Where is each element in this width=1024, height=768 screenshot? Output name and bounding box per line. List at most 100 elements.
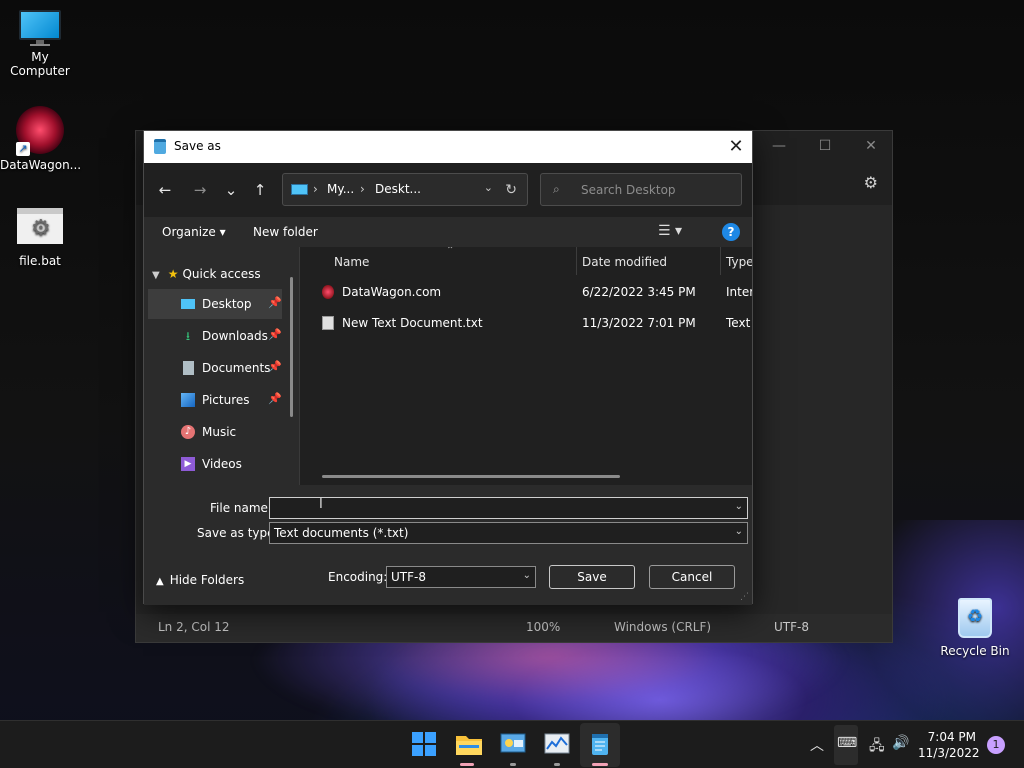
recycle-bin-icon xyxy=(958,598,992,638)
file-row[interactable]: DataWagon.com 6/22/2022 3:45 PM Interr xyxy=(318,281,752,305)
sidebar-item-videos[interactable]: ▶ Videos xyxy=(148,449,282,479)
chevron-down-icon: ⌄ xyxy=(522,570,531,581)
hide-folders-button[interactable]: ▲ Hide Folders xyxy=(156,573,244,587)
hide-folders-label: Hide Folders xyxy=(169,573,245,587)
encoding-select[interactable]: UTF-8 ⌄ xyxy=(386,566,536,588)
address-separator: › xyxy=(360,182,365,196)
address-segment-my-computer[interactable]: My... xyxy=(327,182,354,196)
notepad-icon xyxy=(154,139,166,154)
notepad-taskbar-icon[interactable] xyxy=(587,731,615,759)
sidebar-item-pictures[interactable]: Pictures 📌 xyxy=(148,385,282,415)
horizontal-scrollbar[interactable] xyxy=(322,475,620,478)
pin-icon: 📌 xyxy=(268,392,282,405)
zoom-level: 100% xyxy=(526,620,561,634)
desktop-icon-label: Recycle Bin xyxy=(940,644,1010,658)
pin-icon: 📌 xyxy=(268,296,282,309)
chevron-down-icon[interactable]: ▼ xyxy=(152,270,160,281)
quick-access[interactable]: ▼ ★ Quick access xyxy=(152,267,261,281)
file-name: DataWagon.com xyxy=(342,285,442,299)
performance-monitor-icon[interactable] xyxy=(543,731,571,759)
recent-locations-chevron-icon[interactable]: ⌄ xyxy=(219,179,243,201)
close-button[interactable]: ✕ xyxy=(848,131,894,161)
network-icon[interactable]: 🖧 xyxy=(869,735,885,759)
notification-badge[interactable]: 1 xyxy=(987,736,1005,754)
desktop-icon-my-computer[interactable]: My Computer xyxy=(0,10,80,78)
desktop-icon-recycle-bin[interactable]: Recycle Bin xyxy=(935,598,1015,658)
desktop-icon-datawagon[interactable]: DataWagon... xyxy=(0,106,81,172)
desktop-icon-file-bat[interactable]: file.bat xyxy=(0,208,80,268)
this-pc-icon xyxy=(291,184,308,195)
app-running-indicator xyxy=(460,763,474,766)
minimize-button[interactable]: — xyxy=(756,131,802,161)
search-icon: ⌕ xyxy=(553,182,560,196)
help-icon[interactable]: ? xyxy=(722,223,740,241)
settings-gear-icon[interactable]: ⚙ xyxy=(864,173,878,192)
show-hidden-icons-chevron-icon[interactable]: ︿ xyxy=(810,735,824,755)
sidebar-item-documents[interactable]: Documents 📌 xyxy=(148,353,282,383)
file-name: New Text Document.txt xyxy=(342,316,483,330)
search-box[interactable]: ⌕ Search Desktop xyxy=(540,173,742,206)
app-running-indicator xyxy=(554,763,560,766)
quick-access-label: Quick access xyxy=(182,267,261,281)
clock-time: 7:04 PM xyxy=(927,730,976,744)
save-button[interactable]: Save xyxy=(549,565,635,589)
encoding-label: Encoding: xyxy=(328,570,388,584)
start-windows-icon[interactable] xyxy=(411,731,439,759)
address-bar[interactable]: › My... › Deskt... ⌄ ↻ xyxy=(282,173,528,206)
file-name-label: File name: xyxy=(210,501,272,515)
taskbar: ︿ ⌨ 🖧 🔊 7:04 PM 11/3/2022 1 xyxy=(0,720,1024,768)
sidebar-item-downloads[interactable]: ⭳ Downloads 📌 xyxy=(148,321,282,351)
file-date: 6/22/2022 3:45 PM xyxy=(582,285,696,299)
view-options-icon[interactable]: ☰ ▾ xyxy=(658,223,682,239)
cancel-button[interactable]: Cancel xyxy=(649,565,735,589)
text-cursor-icon: I xyxy=(319,497,323,512)
desktop-icon-label: file.bat xyxy=(19,254,61,268)
control-panel-icon[interactable] xyxy=(499,731,527,759)
forward-arrow-icon[interactable]: → xyxy=(188,179,212,201)
sidebar-item-label: Videos xyxy=(202,457,242,471)
chevron-down-icon[interactable]: ⌄ xyxy=(735,501,743,512)
keyboard-icon[interactable]: ⌨ xyxy=(837,735,857,751)
save-as-type-select[interactable]: Text documents (*.txt) ⌄ xyxy=(269,522,748,544)
encoding-status: UTF-8 xyxy=(774,620,809,634)
desktop-icon-label: My Computer xyxy=(10,50,70,78)
datawagon-shortcut-icon xyxy=(16,106,64,156)
back-arrow-icon[interactable]: ← xyxy=(153,179,177,201)
videos-icon: ▶ xyxy=(181,457,195,471)
column-divider[interactable] xyxy=(576,247,577,275)
star-icon: ★ xyxy=(167,267,179,281)
save-as-type-value: Text documents (*.txt) xyxy=(274,526,409,540)
column-header-date-modified[interactable]: Date modified xyxy=(582,255,667,269)
column-header-name[interactable]: Name xyxy=(334,255,369,269)
clock-date: 11/3/2022 xyxy=(918,746,980,760)
address-segment-desktop[interactable]: Deskt... xyxy=(375,182,421,196)
app-running-indicator xyxy=(592,763,608,766)
file-name-input[interactable]: ⌄ xyxy=(269,497,748,519)
file-list: ⌃ Name Date modified Type DataWagon.com … xyxy=(304,247,752,485)
sidebar-item-music[interactable]: ♪ Music xyxy=(148,417,282,447)
chevron-up-icon: ▲ xyxy=(156,576,164,587)
nav-pane-scrollbar[interactable] xyxy=(290,277,293,417)
maximize-button[interactable]: ☐ xyxy=(802,131,848,161)
resize-grip-icon[interactable]: ⋰ xyxy=(740,592,749,602)
sidebar-item-desktop[interactable]: Desktop 📌 xyxy=(148,289,282,319)
new-folder-button[interactable]: New folder xyxy=(253,225,318,239)
text-file-icon xyxy=(322,316,334,330)
volume-icon[interactable]: 🔊 xyxy=(892,735,909,751)
sidebar-item-label: Downloads xyxy=(202,329,268,343)
dialog-close-button[interactable]: ✕ xyxy=(720,131,752,163)
refresh-icon[interactable]: ↻ xyxy=(505,182,517,198)
file-row[interactable]: New Text Document.txt 11/3/2022 7:01 PM … xyxy=(318,312,752,336)
file-type: Interr xyxy=(726,285,752,299)
column-header-type[interactable]: Type xyxy=(726,255,752,269)
file-explorer-icon[interactable] xyxy=(455,731,483,759)
clock[interactable]: 7:04 PM 11/3/2022 xyxy=(918,729,980,761)
address-dropdown-chevron-icon[interactable]: ⌄ xyxy=(484,181,493,194)
pictures-icon xyxy=(181,393,195,407)
sort-ascending-icon: ⌃ xyxy=(446,247,455,256)
column-divider[interactable] xyxy=(720,247,721,275)
up-arrow-icon[interactable]: ↑ xyxy=(248,179,272,201)
window-controls: — ☐ ✕ xyxy=(756,131,894,161)
sidebar-item-label: Desktop xyxy=(202,297,252,311)
organize-button[interactable]: Organize ▾ xyxy=(162,225,226,239)
